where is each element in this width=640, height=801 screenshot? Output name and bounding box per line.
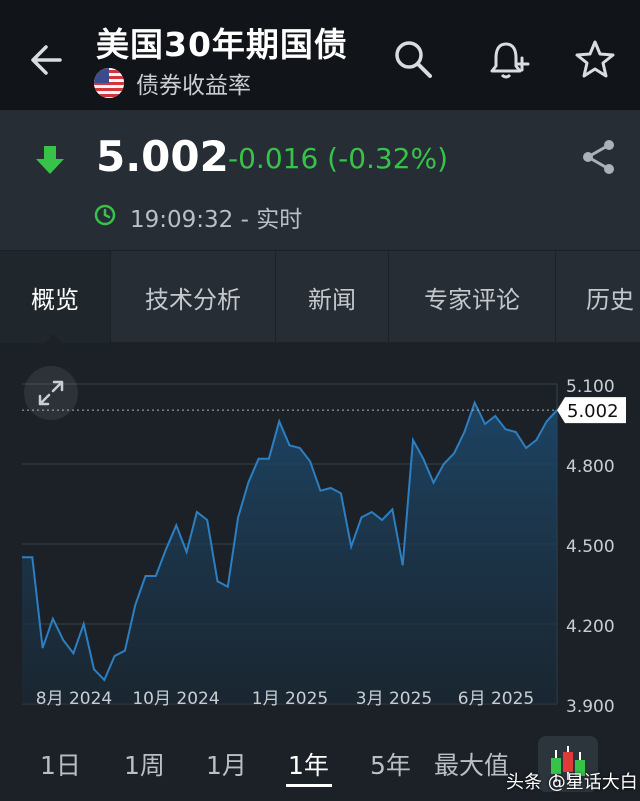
watermark: 头条 @星话大白 [506, 772, 638, 793]
instrument-type: 债券收益率 [136, 73, 251, 99]
us-flag-icon [94, 68, 124, 98]
range-max[interactable]: 最大值 [434, 746, 509, 782]
range-1d[interactable]: 1日 [40, 746, 81, 782]
range-1m[interactable]: 1月 [206, 746, 247, 782]
series-area [22, 402, 557, 704]
search-icon[interactable] [390, 36, 436, 82]
tab-overview[interactable]: 概览 [0, 251, 110, 343]
y-tick-label: 3.900 [566, 697, 615, 717]
y-tick-label: 4.500 [566, 537, 615, 557]
x-tick-label: 6月 2025 [458, 689, 534, 709]
star-icon[interactable] [572, 36, 618, 82]
down-arrow-icon [36, 146, 64, 174]
share-icon[interactable] [578, 136, 620, 178]
tab-news[interactable]: 新闻 [276, 251, 388, 343]
tab-expert-comments[interactable]: 专家评论 [389, 251, 555, 343]
x-tick-label: 1月 2025 [252, 689, 328, 709]
quote-panel: 5.002 -0.016 (-0.32%) 19:09:32 - 实时 [0, 110, 640, 250]
range-1w[interactable]: 1周 [124, 746, 165, 782]
tab-history[interactable]: 历史 [586, 251, 640, 343]
page-title: 美国30年期国债 [96, 25, 348, 64]
last-price: 5.002 [96, 132, 229, 181]
x-tick-label: 3月 2025 [356, 689, 432, 709]
x-tick-label: 8月 2024 [36, 689, 112, 709]
chart-canvas: 5.100 4.800 4.500 4.200 3.900 5.002 8月 2024 10月… [22, 377, 626, 717]
app-header: 美国30年期国债 债券收益率 [0, 0, 640, 110]
bell-plus-icon[interactable] [486, 36, 532, 82]
y-tick-label: 4.200 [566, 617, 615, 637]
quote-time: 19:09:32 - 实时 [130, 207, 303, 233]
expand-chart-button[interactable] [24, 366, 78, 420]
y-tick-label: 5.100 [566, 377, 615, 397]
back-arrow-icon[interactable] [24, 30, 74, 90]
section-tabs: 概览 技术分析 新闻 专家评论 历史 [0, 250, 640, 343]
x-tick-label: 10月 2024 [132, 689, 219, 709]
tab-technical-analysis[interactable]: 技术分析 [111, 251, 275, 343]
expand-icon [38, 380, 64, 406]
range-1y[interactable]: 1年 [288, 746, 329, 782]
y-tick-label: 4.800 [566, 457, 615, 477]
current-value-label: 5.002 [567, 401, 619, 422]
range-5y[interactable]: 5年 [370, 746, 411, 782]
active-range-underline [286, 784, 332, 787]
yield-chart[interactable]: 5.100 4.800 4.500 4.200 3.900 5.002 8月 2024 10月… [0, 342, 640, 722]
price-change: -0.016 (-0.32%) [228, 142, 449, 175]
clock-icon [94, 204, 116, 226]
